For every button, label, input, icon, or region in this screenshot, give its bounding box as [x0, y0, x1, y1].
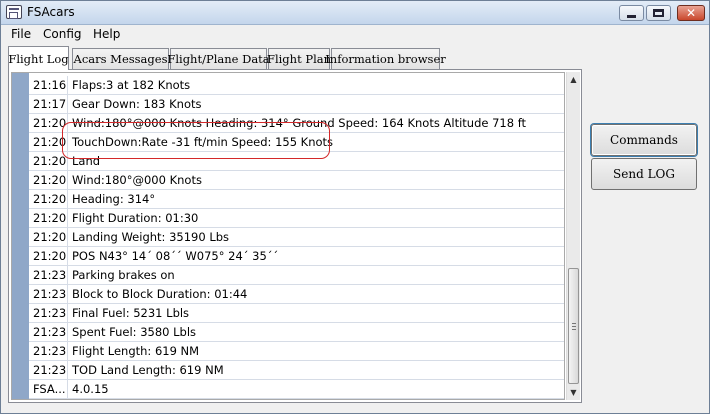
log-row[interactable]: 21:20 POS N43° 14´ 08´´ W075° 24´ 35´´ — [29, 247, 564, 266]
log-row[interactable]: 21:23 Spent Fuel: 3580 Lbls — [29, 323, 564, 342]
log-time: 21:23 — [29, 304, 68, 322]
app-icon[interactable] — [6, 5, 22, 19]
log-row[interactable]: 21:17 Gear Down: 183 Knots — [29, 95, 564, 114]
log-row[interactable]: 21:20 Heading: 314° — [29, 190, 564, 209]
menu-bar: File Config Help — [1, 25, 709, 44]
log-row[interactable]: FSA... 4.0.15 — [29, 380, 564, 399]
tab-flight-log[interactable]: Flight Log — [8, 46, 69, 70]
log-message: TOD Land Length: 619 NM — [72, 363, 224, 377]
log-message: Heading: 314° — [72, 192, 156, 206]
log-time: 21:23 — [29, 266, 68, 284]
log-row[interactable]: 21:23 TOD Land Length: 619 NM — [29, 361, 564, 380]
fsacars-window: FSAcars ✕ File Config Help Flight Log Ac… — [0, 0, 710, 414]
close-button[interactable]: ✕ — [677, 5, 705, 21]
log-time: 21:23 — [29, 342, 68, 360]
log-row[interactable]: 21:20 Wind:180°@000 Knots — [29, 171, 564, 190]
log-row[interactable]: 21:20 Flight Duration: 01:30 — [29, 209, 564, 228]
log-row[interactable]: 21:23 Final Fuel: 5231 Lbls — [29, 304, 564, 323]
scroll-down-arrow-icon[interactable]: ▼ — [567, 385, 580, 400]
log-time: 21:17 — [29, 95, 68, 113]
maximize-button[interactable] — [646, 5, 671, 21]
log-time: 21:20 — [29, 152, 68, 170]
log-row[interactable]: 21:16 Flaps:3 at 182 Knots — [29, 76, 564, 95]
scroll-thumb[interactable] — [568, 268, 579, 384]
log-message: 4.0.15 — [72, 382, 109, 396]
minimize-button[interactable] — [619, 5, 644, 21]
tab-flight-plan[interactable]: Flight Plan — [267, 48, 331, 69]
log-message: POS N43° 14´ 08´´ W075° 24´ 35´´ — [72, 249, 279, 263]
log-time: 21:23 — [29, 285, 68, 303]
log-message: Parking brakes on — [72, 268, 175, 282]
window-title: FSAcars — [27, 5, 75, 19]
log-row[interactable]: 21:23 Block to Block Duration: 01:44 — [29, 285, 564, 304]
log-message: Spent Fuel: 3580 Lbls — [72, 325, 197, 339]
log-time: 21:16 — [29, 76, 68, 94]
log-message: Flaps:3 at 182 Knots — [72, 78, 191, 92]
log-row[interactable]: 21:23 Parking brakes on — [29, 266, 564, 285]
touchdown-annotation — [62, 122, 330, 159]
send-log-button[interactable]: Send LOG — [591, 158, 697, 190]
log-message: Wind:180°@000 Knots — [72, 173, 202, 187]
log-message: Gear Down: 183 Knots — [72, 97, 202, 111]
log-time: FSA... — [29, 380, 68, 398]
thumb-grip-icon — [572, 323, 576, 330]
flight-log-list[interactable]: 21:16 Flaps:3 at 182 Knots 21:17 Gear Down:… — [11, 72, 565, 400]
log-time: 21:23 — [29, 361, 68, 379]
log-row[interactable]: 21:20 Landing Weight: 35190 Lbs — [29, 228, 564, 247]
close-icon: ✕ — [685, 6, 697, 20]
log-message: Flight Length: 619 NM — [72, 344, 200, 358]
tab-information-browser[interactable]: Information browser — [325, 48, 446, 69]
commands-button[interactable]: Commands — [591, 124, 697, 156]
log-message: Block to Block Duration: 01:44 — [72, 287, 248, 301]
log-time: 21:23 — [29, 323, 68, 341]
log-time: 21:20 — [29, 209, 68, 227]
log-scrollbar[interactable]: ▲ ▼ — [566, 72, 580, 400]
tab-flight-plane-data[interactable]: Flight/Plane Data — [167, 48, 270, 69]
tab-acars-messages[interactable]: Acars Messages — [72, 48, 169, 69]
log-time: 21:20 — [29, 228, 68, 246]
menu-help[interactable]: Help — [93, 27, 120, 41]
menu-config[interactable]: Config — [43, 27, 82, 41]
log-time: 21:20 — [29, 171, 68, 189]
log-message: Landing Weight: 35190 Lbs — [72, 230, 230, 244]
log-message: Final Fuel: 5231 Lbls — [72, 306, 190, 320]
log-row[interactable]: 21:23 Flight Length: 619 NM — [29, 342, 564, 361]
menu-file[interactable]: File — [11, 27, 31, 41]
flight-log-panel: 21:16 Flaps:3 at 182 Knots 21:17 Gear Down:… — [8, 69, 582, 403]
title-bar[interactable]: FSAcars ✕ — [1, 1, 709, 25]
maximize-icon — [653, 9, 664, 17]
log-time: 21:20 — [29, 247, 68, 265]
scroll-up-arrow-icon[interactable]: ▲ — [567, 72, 580, 87]
log-message: Flight Duration: 01:30 — [72, 211, 199, 225]
row-header-gutter — [12, 73, 29, 399]
minimize-icon — [627, 14, 636, 18]
log-time: 21:20 — [29, 190, 68, 208]
